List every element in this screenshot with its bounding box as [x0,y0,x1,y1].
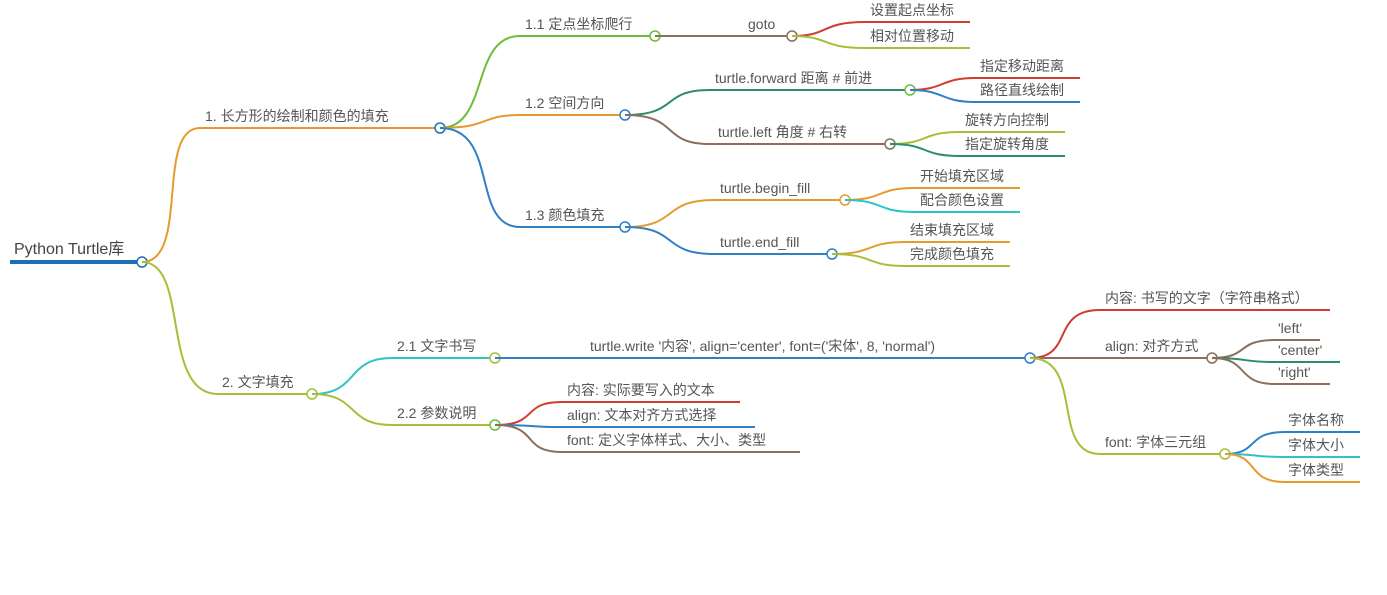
edge-1-1-leaf2 [792,36,865,48]
svg-text:字体类型: 字体类型 [1288,462,1344,478]
edge-n2-2 [312,394,392,425]
node-2-2[interactable]: 2.2 参数说明 [392,405,500,430]
svg-text:turtle.write '内容', align='cent: turtle.write '内容', align='center', font=… [590,338,935,354]
node-1-1-label: 1.1 定点坐标爬行 [525,16,632,32]
leaf-2-1-content[interactable]: 内容: 书写的文字（字符串格式） [1100,290,1330,310]
leaf-2-2-font[interactable]: font: 定义字体样式、大小、类型 [562,432,800,452]
node-1-3[interactable]: 1.3 颜色填充 [520,207,630,232]
svg-text:配合颜色设置: 配合颜色设置 [920,192,1004,208]
svg-text:路径直线绘制: 路径直线绘制 [980,82,1064,98]
node-1[interactable]: 1. 长方形的绘制和颜色的填充 [200,108,445,133]
node-1-1-goto-label: goto [748,16,775,32]
leaf-font-size[interactable]: 字体大小 [1285,437,1360,457]
svg-text:字体大小: 字体大小 [1288,437,1344,453]
leaf-1-1-a[interactable]: 设置起点坐标 [865,2,970,22]
svg-text:开始填充区域: 开始填充区域 [920,168,1004,184]
root-node[interactable]: Python Turtle库 [10,240,147,267]
leaf-1-3-begin-a[interactable]: 开始填充区域 [915,168,1020,188]
svg-text:旋转方向控制: 旋转方向控制 [965,112,1049,128]
leaf-align-center[interactable]: 'center' [1275,342,1340,362]
node-1-1[interactable]: 1.1 定点坐标爬行 [520,16,660,41]
node-1-label: 1. 长方形的绘制和颜色的填充 [205,108,389,124]
svg-text:结束填充区域: 结束填充区域 [910,222,994,238]
edge-n1-3 [440,128,520,227]
svg-text:turtle.end_fill: turtle.end_fill [720,234,799,250]
svg-text:font: 字体三元组: font: 字体三元组 [1105,434,1206,450]
node-2-1[interactable]: 2.1 文字书写 [392,338,500,363]
node-1-1-goto[interactable]: goto [745,16,797,41]
svg-text:'right': 'right' [1278,364,1311,380]
edge-n1-1 [440,36,520,128]
node-1-3-label: 1.3 颜色填充 [525,207,604,223]
leaf-1-2-fwd-a[interactable]: 指定移动距离 [975,58,1080,78]
mindmap-canvas: Python Turtle库 1. 长方形的绘制和颜色的填充 1.1 定点坐标爬… [0,0,1387,595]
svg-text:font: 定义字体样式、大小、类型: font: 定义字体样式、大小、类型 [567,432,766,448]
svg-text:2.1 文字书写: 2.1 文字书写 [397,338,476,354]
edge-1-2-left [625,115,710,144]
node-1-2[interactable]: 1.2 空间方向 [520,95,630,120]
leaf-1-2-fwd-b[interactable]: 路径直线绘制 [975,82,1080,102]
svg-text:2.2 参数说明: 2.2 参数说明 [397,405,476,421]
leaf-2-2-align[interactable]: align: 文本对齐方式选择 [562,407,755,427]
node-1-3-begin[interactable]: turtle.begin_fill [715,180,850,205]
leaf-align-right[interactable]: 'right' [1275,364,1330,384]
leaf-1-3-end-a[interactable]: 结束填充区域 [905,222,1010,242]
leaf-1-1-b[interactable]: 相对位置移动 [865,28,970,48]
leaf-font-type[interactable]: 字体类型 [1285,462,1360,482]
node-2[interactable]: 2. 文字填充 [218,374,317,399]
svg-text:turtle.left 角度 # 右转: turtle.left 角度 # 右转 [718,124,847,140]
node-1-3-end[interactable]: turtle.end_fill [715,234,837,259]
node-1-2-left[interactable]: turtle.left 角度 # 右转 [710,124,895,149]
svg-text:字体名称: 字体名称 [1288,412,1344,428]
leaf-1-3-begin-b[interactable]: 配合颜色设置 [915,192,1020,212]
svg-text:'center': 'center' [1278,342,1322,358]
root-label: Python Turtle库 [14,240,124,258]
svg-text:指定旋转角度: 指定旋转角度 [965,136,1049,152]
leaf-1-3-end-b[interactable]: 完成颜色填充 [905,246,1010,266]
node-2-1-font[interactable]: font: 字体三元组 [1100,434,1230,459]
leaf-2-2-content[interactable]: 内容: 实际要写入的文本 [562,382,740,402]
edge-n2-1 [312,358,392,394]
svg-text:相对位置移动: 相对位置移动 [870,28,954,44]
leaf-1-2-left-a[interactable]: 旋转方向控制 [960,112,1065,132]
leaf-align-left[interactable]: 'left' [1275,320,1320,340]
svg-text:内容: 实际要写入的文本: 内容: 实际要写入的文本 [567,382,715,398]
edge-1-2-fwd [625,90,710,115]
node-2-1-write[interactable]: turtle.write '内容', align='center', font=… [585,338,1035,363]
svg-text:内容: 书写的文字（字符串格式）: 内容: 书写的文字（字符串格式） [1105,290,1309,306]
svg-text:指定移动距离: 指定移动距离 [980,58,1064,74]
svg-text:'left': 'left' [1278,320,1302,336]
node-1-2-label: 1.2 空间方向 [525,95,604,111]
edge-root-n2 [142,262,218,394]
node-2-1-align[interactable]: align: 对齐方式 [1100,338,1217,363]
svg-text:turtle.forward 距离 # 前进: turtle.forward 距离 # 前进 [715,70,872,86]
svg-text:完成颜色填充: 完成颜色填充 [910,246,994,262]
svg-text:turtle.begin_fill: turtle.begin_fill [720,180,810,196]
svg-text:align: 对齐方式: align: 对齐方式 [1105,338,1198,354]
edge-1-1-leaf1 [792,22,865,36]
leaf-1-2-left-b[interactable]: 指定旋转角度 [960,136,1065,156]
node-1-2-forward[interactable]: turtle.forward 距离 # 前进 [710,70,915,95]
leaf-font-name[interactable]: 字体名称 [1285,412,1360,432]
edge-root-n1 [142,128,200,262]
svg-text:align: 文本对齐方式选择: align: 文本对齐方式选择 [567,407,716,423]
svg-text:设置起点坐标: 设置起点坐标 [870,2,954,18]
node-2-label: 2. 文字填充 [222,374,294,390]
